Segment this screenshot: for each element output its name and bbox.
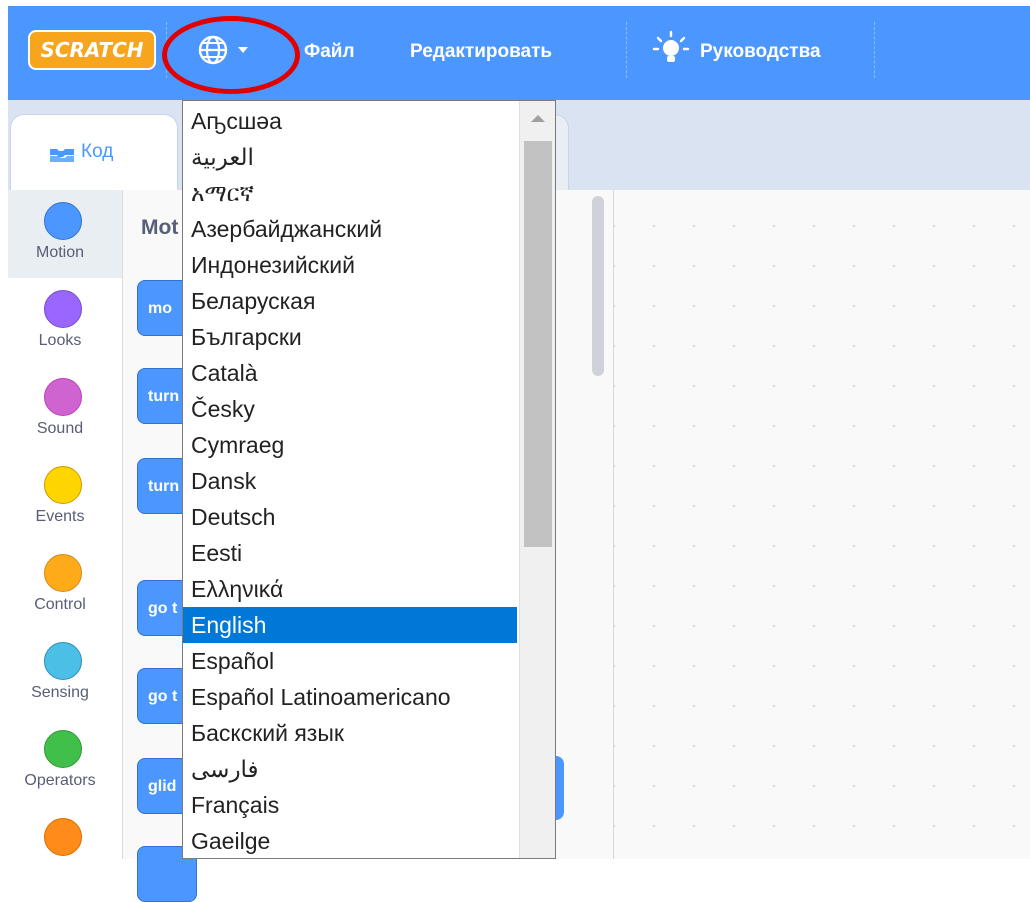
category-variables[interactable] [8, 806, 122, 894]
language-option[interactable]: Česky [183, 391, 517, 427]
language-option[interactable]: አማርኛ [183, 175, 517, 211]
category-color-icon [44, 730, 82, 768]
category-looks[interactable]: Looks [8, 278, 122, 366]
language-option[interactable]: فارسی [183, 751, 517, 787]
language-option[interactable]: Аҧсшәа [183, 103, 517, 139]
language-option[interactable]: Азербайджанский [183, 211, 517, 247]
script-workspace[interactable] [614, 190, 1030, 859]
category-label: Sound [36, 420, 84, 437]
language-option[interactable]: Индонезийский [183, 247, 517, 283]
language-option[interactable]: Eesti [183, 535, 517, 571]
category-label: Events [35, 508, 85, 525]
language-option[interactable]: Català [183, 355, 517, 391]
category-control[interactable]: Control [8, 542, 122, 630]
language-option[interactable]: Беларуская [183, 283, 517, 319]
category-color-icon [44, 466, 82, 504]
language-option[interactable]: Deutsch [183, 499, 517, 535]
category-color-icon [44, 554, 82, 592]
category-sound[interactable]: Sound [8, 366, 122, 454]
category-color-icon [44, 290, 82, 328]
category-events[interactable]: Events [8, 454, 122, 542]
language-option[interactable]: Български [183, 319, 517, 355]
category-color-icon [44, 378, 82, 416]
language-option[interactable]: Español [183, 643, 517, 679]
category-label: Sensing [31, 684, 89, 701]
language-option[interactable]: Dansk [183, 463, 517, 499]
language-option[interactable]: Gaeilge [183, 823, 517, 858]
category-label: Control [34, 596, 86, 613]
category-label: Looks [38, 332, 82, 349]
file-menu[interactable]: Файл [304, 40, 355, 64]
highlight-ring [162, 16, 300, 94]
tutorials-button[interactable]: Руководства [652, 30, 821, 73]
edit-menu[interactable]: Редактировать [410, 40, 552, 64]
tab-code[interactable]: Код [10, 114, 178, 193]
category-label: Operators [24, 772, 96, 789]
category-color-icon [44, 202, 82, 240]
menu-divider [874, 22, 875, 78]
code-blocks-icon [49, 147, 75, 168]
tab-code-label: Код [81, 141, 114, 162]
menu-bar: SCRATCH Файл Редактировать Руководства [0, 0, 1030, 100]
language-option[interactable]: Español Latinoamericano [183, 679, 517, 715]
category-motion[interactable]: Motion [8, 190, 122, 278]
menu-divider [626, 22, 627, 78]
scratch-logo[interactable]: SCRATCH [28, 30, 156, 70]
category-color-icon [44, 818, 82, 856]
category-sensing[interactable]: Sensing [8, 630, 122, 718]
tutorials-label: Руководства [700, 40, 821, 62]
language-option[interactable]: Ελληνικά [183, 571, 517, 607]
lightbulb-icon [652, 30, 690, 73]
language-option[interactable]: Баскский язык [183, 715, 517, 751]
category-color-icon [44, 642, 82, 680]
language-option[interactable]: العربية [183, 139, 517, 175]
dropdown-scroll-thumb[interactable] [524, 141, 552, 547]
palette-scrollbar[interactable] [592, 196, 604, 376]
category-menu: Motion Looks Sound Events Control Sensing Oper… [8, 190, 123, 859]
category-label: Motion [35, 244, 85, 261]
language-dropdown-list[interactable]: Аҧсшәа العربية አማርኛ Азербайджанский Индонези… [182, 100, 556, 859]
scroll-up-arrow-icon[interactable] [531, 115, 545, 122]
language-option[interactable]: English [183, 607, 517, 643]
category-operators[interactable]: Operators [8, 718, 122, 806]
palette-heading: Mot [141, 216, 179, 239]
language-option[interactable]: Français [183, 787, 517, 823]
dropdown-scrollbar[interactable] [519, 101, 555, 858]
language-option[interactable]: Cymraeg [183, 427, 517, 463]
